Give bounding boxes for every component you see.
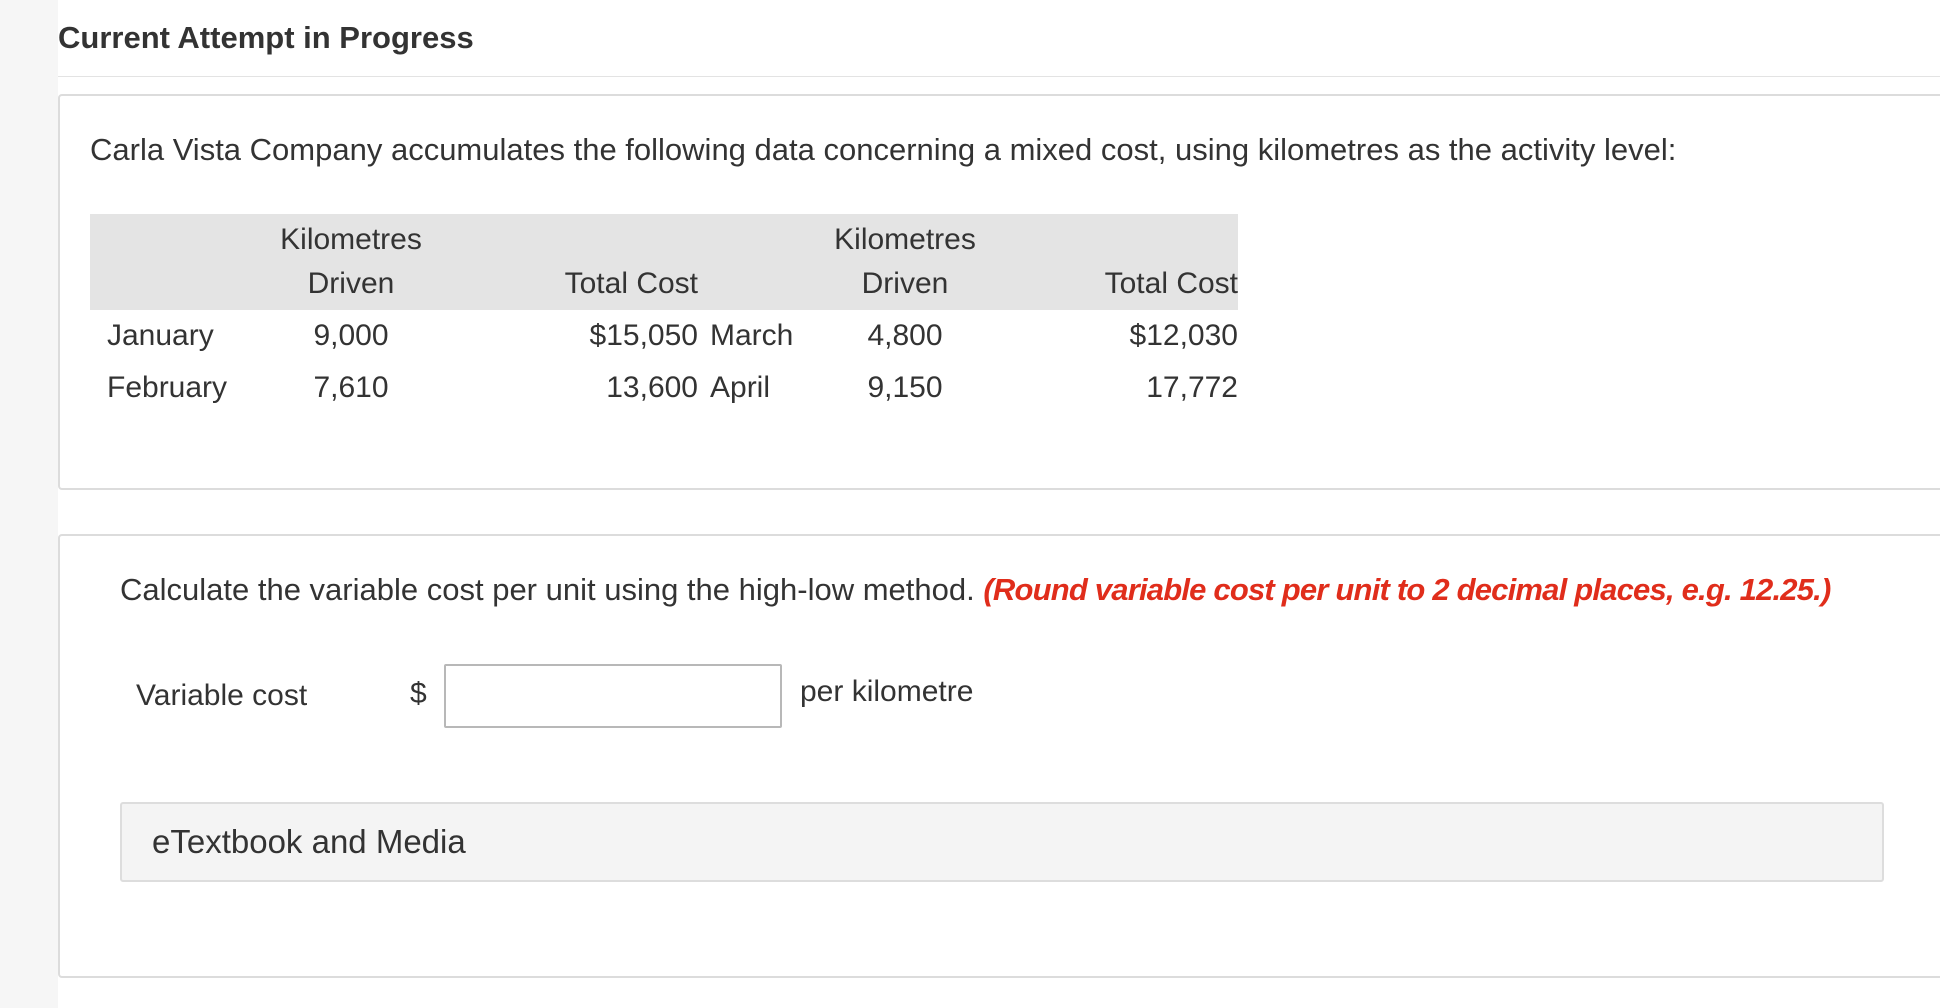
- variable-cost-input[interactable]: [444, 664, 782, 728]
- variable-cost-label: Variable cost: [136, 679, 308, 712]
- table-row: January 9,000 $15,050 March 4,800 $12,03…: [90, 310, 1238, 362]
- problem-card: Carla Vista Company accumulates the foll…: [58, 94, 1940, 490]
- total-cost-cell: 17,772: [1146, 371, 1238, 404]
- etextbook-media-button[interactable]: eTextbook and Media: [120, 802, 1884, 882]
- total-cost-cell: 13,600: [606, 371, 698, 404]
- per-kilometre-label: per kilometre: [800, 675, 974, 708]
- table-header-row: Kilometres Driven Total Cost Kilometres …: [90, 214, 1238, 310]
- question-instruction: Calculate the variable cost per unit usi…: [120, 572, 975, 607]
- kilometres-cell: 4,800: [867, 319, 943, 352]
- problem-intro-text: Carla Vista Company accumulates the foll…: [90, 132, 1677, 167]
- cost-data-table: Kilometres Driven Total Cost Kilometres …: [90, 214, 1238, 414]
- kilometres-cell: 9,000: [313, 319, 389, 352]
- heading-divider: [58, 76, 1940, 77]
- header-kilometres-label: Kilometres: [280, 223, 422, 256]
- month-cell: February: [107, 371, 228, 404]
- left-margin-strip: [0, 0, 58, 1008]
- total-cost-cell: $12,030: [1129, 319, 1238, 352]
- header-driven-label: Driven: [861, 267, 949, 300]
- question-prompt: Calculate the variable cost per unit usi…: [120, 570, 1831, 610]
- header-total-cost-right: Total Cost: [1104, 267, 1238, 300]
- header-kilometres-driven-left: Kilometres Driven: [238, 218, 464, 306]
- page-title: Current Attempt in Progress: [58, 20, 474, 55]
- dollar-sign: $: [410, 677, 427, 710]
- header-kilometres-label: Kilometres: [834, 223, 976, 256]
- table-row: February 7,610 13,600 April 9,150 17,772: [90, 362, 1238, 414]
- month-cell: March: [710, 319, 794, 352]
- rounding-hint: (Round variable cost per unit to 2 decim…: [983, 572, 1831, 607]
- kilometres-cell: 7,610: [313, 371, 389, 404]
- kilometres-cell: 9,150: [867, 371, 943, 404]
- etextbook-media-label: eTextbook and Media: [152, 823, 466, 860]
- question-card: Calculate the variable cost per unit usi…: [58, 534, 1940, 978]
- header-driven-label: Driven: [307, 267, 395, 300]
- header-total-cost-left: Total Cost: [564, 267, 698, 300]
- month-cell: April: [710, 371, 771, 404]
- month-cell: January: [107, 319, 214, 352]
- total-cost-cell: $15,050: [589, 319, 698, 352]
- header-kilometres-driven-right: Kilometres Driven: [792, 218, 1018, 306]
